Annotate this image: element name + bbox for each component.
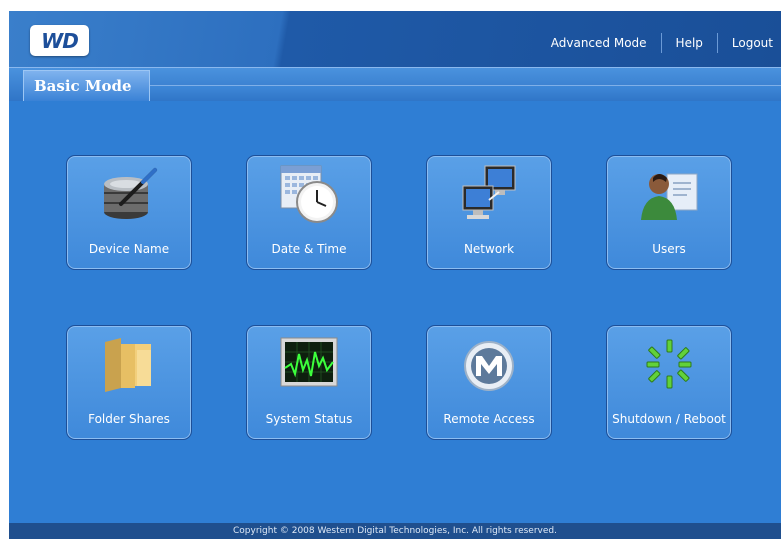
tile-label: System Status <box>265 412 353 426</box>
app-window: WD Advanced Mode Help Logout Basic Mode <box>9 11 781 539</box>
tile-label: Date & Time <box>271 242 347 256</box>
advanced-mode-link[interactable]: Advanced Mode <box>551 36 647 50</box>
tile-date-time[interactable]: Date & Time <box>246 155 372 270</box>
top-navigation: Advanced Mode Help Logout <box>551 33 773 53</box>
logo-text: WD <box>41 28 79 53</box>
tab-bar-fill <box>150 85 781 102</box>
wd-logo: WD <box>30 25 89 56</box>
tile-remote-access[interactable]: Remote Access <box>426 325 552 440</box>
tab-basic-mode[interactable]: Basic Mode <box>23 70 150 101</box>
header-bar: WD Advanced Mode Help Logout <box>9 11 781 67</box>
system-monitor-icon <box>280 337 338 387</box>
tile-folder-shares[interactable]: Folder Shares <box>66 325 192 440</box>
folder-icon <box>105 338 151 392</box>
tile-label: Remote Access <box>443 412 535 426</box>
tile-system-status[interactable]: System Status <box>246 325 372 440</box>
tile-label: Device Name <box>88 242 170 256</box>
tile-label: Users <box>652 242 686 256</box>
network-computers-icon <box>462 165 516 219</box>
remote-access-icon <box>464 341 514 391</box>
help-link[interactable]: Help <box>676 36 703 50</box>
tile-users[interactable]: Users <box>606 155 732 270</box>
tile-label: Network <box>463 242 515 256</box>
tile-shutdown-reboot[interactable]: Shutdown / Reboot <box>606 325 732 440</box>
footer-copyright: Copyright © 2008 Western Digital Technol… <box>9 523 781 539</box>
tile-network[interactable]: Network <box>426 155 552 270</box>
nav-divider <box>716 33 718 53</box>
nav-divider <box>660 33 662 53</box>
tile-label: Folder Shares <box>88 412 170 426</box>
main-content: Device Name Date & Time Network Users Fo… <box>9 101 781 523</box>
shutdown-spinner-icon <box>646 339 692 389</box>
tile-label: Shutdown / Reboot <box>612 412 726 426</box>
users-icon <box>641 173 698 220</box>
calendar-clock-icon <box>280 165 338 223</box>
database-pen-icon <box>104 168 157 219</box>
logout-link[interactable]: Logout <box>732 36 773 50</box>
tile-device-name[interactable]: Device Name <box>66 155 192 270</box>
